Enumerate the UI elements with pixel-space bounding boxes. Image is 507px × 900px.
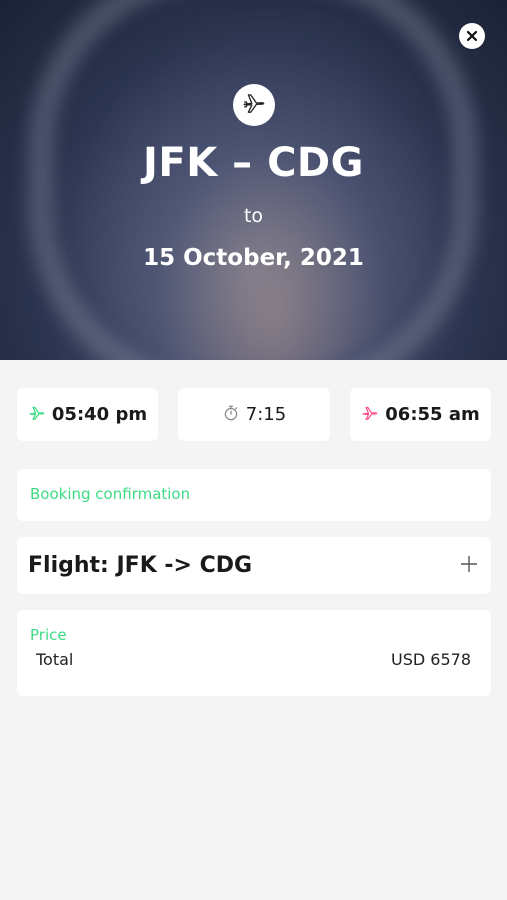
airplane-badge [233,84,275,126]
airplane-icon [241,90,267,120]
departure-time: 05:40 pm [51,404,148,425]
arrival-plane-icon [361,404,379,426]
flight-date: 15 October, 2021 [143,245,364,271]
header-hero: JFK – CDG to 15 October, 2021 [0,0,507,360]
route-title: JFK – CDG [143,140,364,186]
departure-time-card: 05:40 pm [17,388,158,441]
price-label: Price [30,626,67,644]
close-button[interactable] [459,23,485,49]
close-icon [466,27,478,46]
total-label: Total [36,650,74,669]
price-card: Price Total USD 6578 [17,610,491,696]
flight-details-card[interactable]: Flight: JFK -> CDG [17,537,491,594]
duration-card: 7:15 [178,388,330,441]
arrival-time-card: 06:55 am [350,388,491,441]
booking-confirmation-label: Booking confirmation [30,485,191,503]
price-total-row: Total USD 6578 [30,650,471,669]
departure-plane-icon [28,404,46,426]
total-value: USD 6578 [391,650,471,669]
plus-icon[interactable] [459,554,479,578]
booking-confirmation-card[interactable]: Booking confirmation [17,469,491,521]
flight-duration: 7:15 [245,404,287,425]
arrival-time: 06:55 am [385,404,480,425]
stopwatch-icon [222,404,240,426]
flight-title: Flight: JFK -> CDG [28,553,253,578]
to-label: to [243,205,264,227]
